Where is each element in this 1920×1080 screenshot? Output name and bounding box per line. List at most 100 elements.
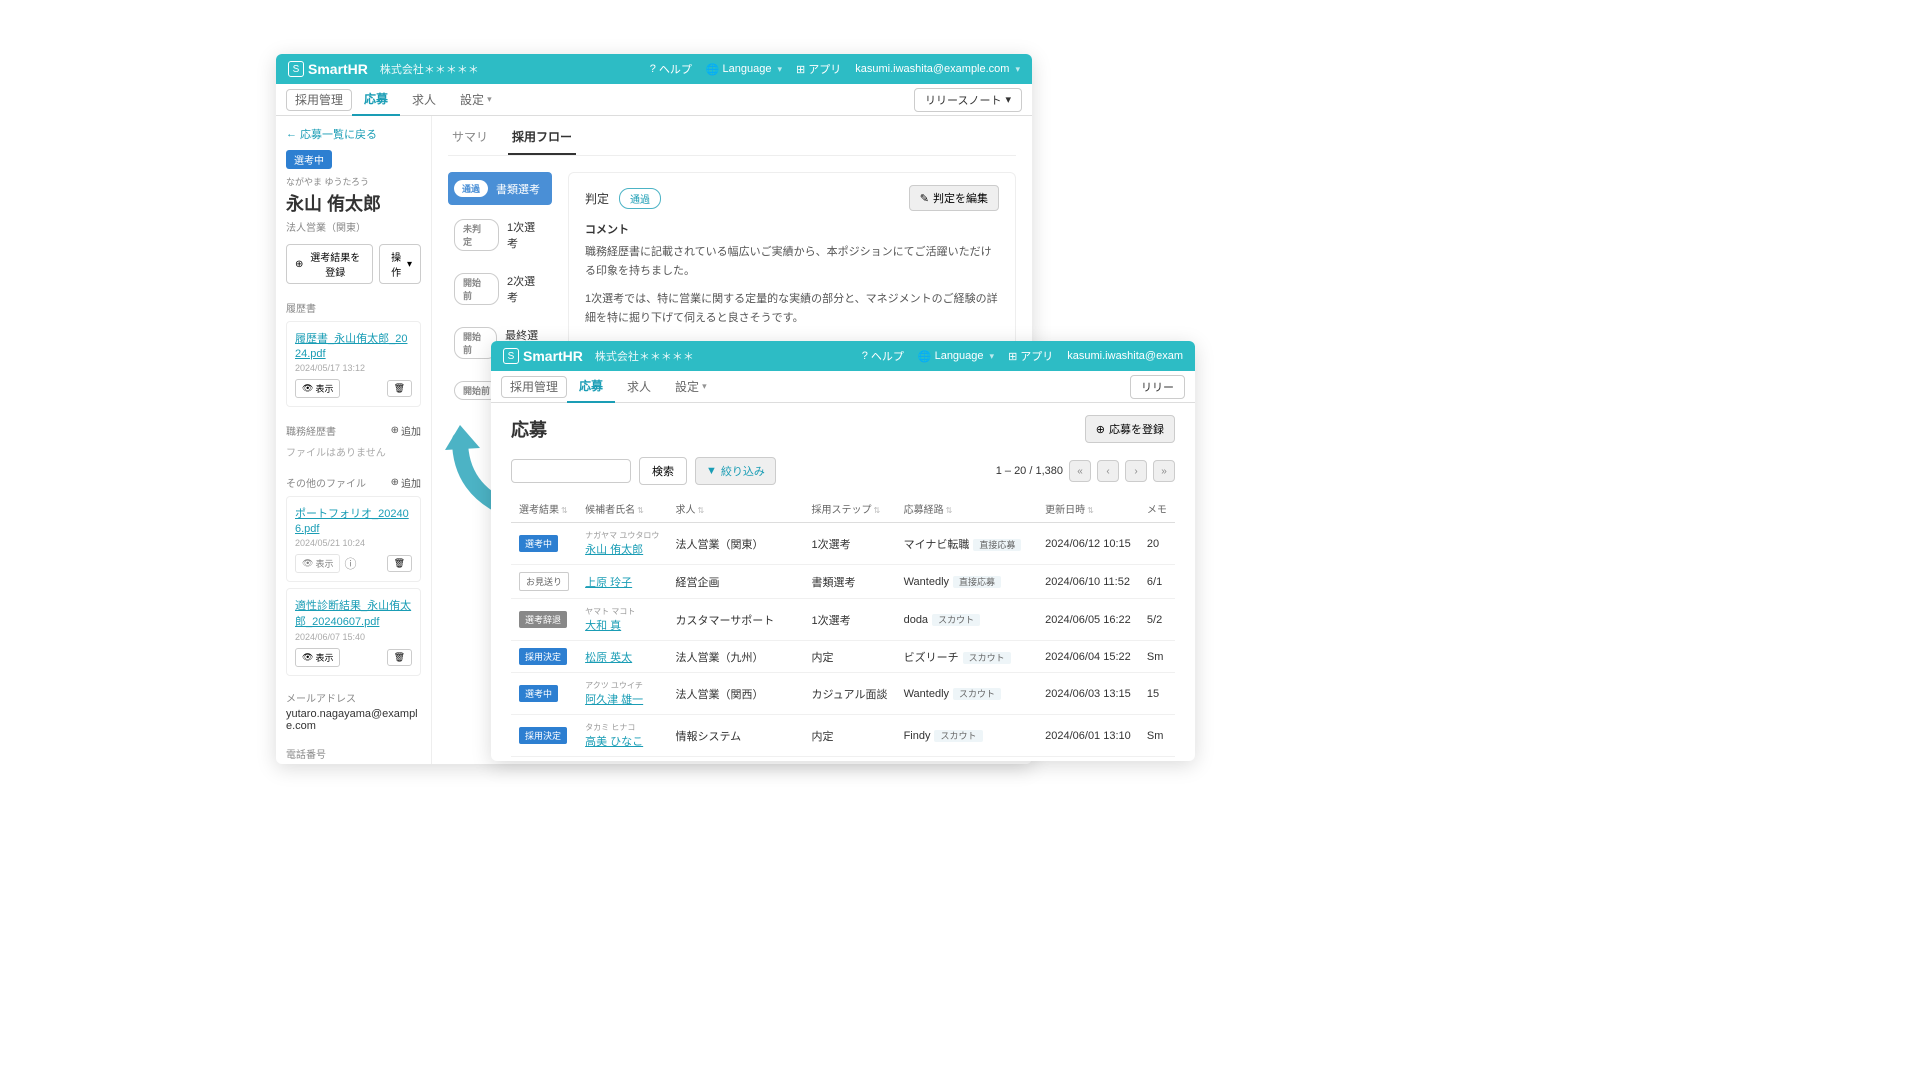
row-job: 経営企画 bbox=[667, 565, 803, 599]
row-memo: 5/2 bbox=[1139, 599, 1175, 641]
row-status-badge: 選考中 bbox=[519, 535, 558, 552]
help-link[interactable]: ?ヘルプ bbox=[862, 348, 904, 364]
other-add-button[interactable]: ⊕追加 bbox=[391, 475, 421, 490]
resume-file-link[interactable]: 履歴書_永山侑太郎_2024.pdf bbox=[295, 333, 407, 360]
apps-link[interactable]: ⊞アプリ bbox=[1008, 348, 1053, 364]
candidate-role: 法人営業（関東） bbox=[286, 219, 421, 234]
apps-link[interactable]: ⊞アプリ bbox=[796, 61, 841, 77]
table-row[interactable]: 採用決定タカミ ヒナコ高美 ひなこ情報システム内定Findyスカウト2024/0… bbox=[511, 715, 1175, 757]
col-memo[interactable]: メモ bbox=[1139, 495, 1175, 523]
logo-icon: S bbox=[503, 348, 519, 364]
row-route-tag: スカウト bbox=[963, 652, 1011, 664]
row-candidate-link[interactable]: 大和 真 bbox=[585, 620, 621, 632]
row-updated: 2024/06/12 10:15 bbox=[1037, 523, 1139, 565]
edit-judgement-button[interactable]: ✎判定を編集 bbox=[909, 185, 999, 211]
row-route: マイナビ転職直接応募 bbox=[896, 523, 1038, 565]
page-prev-button[interactable]: ‹ bbox=[1097, 460, 1119, 482]
cv-add-button[interactable]: ⊕追加 bbox=[391, 423, 421, 438]
info-icon[interactable]: ⓘ bbox=[344, 555, 356, 572]
table-row[interactable]: 選考中ナガヤマ ユウタロウ永山 侑太郎法人営業（関東）1次選考マイナビ転職直接応… bbox=[511, 523, 1175, 565]
tab-flow[interactable]: 採用フロー bbox=[508, 128, 576, 155]
row-candidate-link[interactable]: 永山 侑太郎 bbox=[585, 544, 643, 556]
operate-dropdown[interactable]: 操作▾ bbox=[379, 244, 421, 284]
col-route[interactable]: 応募経路⇅ bbox=[896, 495, 1038, 523]
portfolio-delete-button[interactable]: 🗑 bbox=[387, 555, 412, 572]
page-first-button[interactable]: « bbox=[1069, 460, 1091, 482]
back-to-list-link[interactable]: ←応募一覧に戻る bbox=[286, 126, 377, 142]
plus-icon: ⊕ bbox=[1096, 423, 1105, 436]
flow-step-2nd[interactable]: 開始前2次選考 bbox=[448, 265, 552, 313]
row-updated: 2024/06/04 15:22 bbox=[1037, 641, 1139, 673]
language-dropdown[interactable]: 🌐Language bbox=[918, 350, 994, 363]
resume-delete-button[interactable]: 🗑 bbox=[387, 380, 412, 397]
col-updated[interactable]: 更新日時⇅ bbox=[1037, 495, 1139, 523]
col-step[interactable]: 採用ステップ⇅ bbox=[804, 495, 896, 523]
nav-recruitment-mgmt[interactable]: 採用管理 bbox=[286, 89, 352, 111]
apps-icon: ⊞ bbox=[796, 63, 805, 76]
table-row[interactable]: 選考中朝倉 二郎デジタルマーケティング最終選考マイナビ転職直接応募2024/06… bbox=[511, 757, 1175, 762]
search-input[interactable] bbox=[511, 459, 631, 483]
row-updated: 2024/06/03 13:15 bbox=[1037, 673, 1139, 715]
col-candidate[interactable]: 候補者氏名⇅ bbox=[577, 495, 667, 523]
release-notes-button[interactable]: リリースノート▾ bbox=[914, 88, 1022, 112]
resume-file-date: 2024/05/17 13:12 bbox=[295, 363, 412, 373]
trash-icon: 🗑 bbox=[394, 558, 405, 569]
row-job: デジタルマーケティング bbox=[667, 757, 803, 762]
row-candidate-link[interactable]: 阿久津 雄一 bbox=[585, 694, 643, 706]
resume-section-header: 履歴書 bbox=[286, 300, 421, 315]
row-route: マイナビ転職直接応募 bbox=[896, 757, 1038, 762]
nav-jobs[interactable]: 求人 bbox=[400, 84, 448, 116]
table-row[interactable]: 選考辞退ヤマト マコト大和 真カスタマーサポート1次選考dodaスカウト2024… bbox=[511, 599, 1175, 641]
register-result-button[interactable]: ⊕選考結果を登録 bbox=[286, 244, 373, 284]
pencil-icon: ✎ bbox=[920, 192, 929, 205]
row-candidate-link[interactable]: 松原 英太 bbox=[585, 652, 632, 664]
row-candidate-link[interactable]: 上原 玲子 bbox=[585, 577, 632, 589]
table-row[interactable]: お見送り上原 玲子経営企画書類選考Wantedly直接応募2024/06/10 … bbox=[511, 565, 1175, 599]
register-application-button[interactable]: ⊕応募を登録 bbox=[1085, 415, 1175, 443]
tab-summary[interactable]: サマリ bbox=[448, 128, 492, 155]
plus-icon: ⊕ bbox=[391, 477, 399, 488]
aptitude-view-button[interactable]: 👁表示 bbox=[295, 648, 340, 667]
user-menu[interactable]: kasumi.iwashita@example.com bbox=[855, 63, 1020, 75]
nav-jobs[interactable]: 求人 bbox=[615, 371, 663, 403]
portfolio-view-button[interactable]: 👁表示 bbox=[295, 554, 340, 573]
row-route-tag: スカウト bbox=[934, 730, 982, 742]
globe-icon: 🌐 bbox=[918, 350, 932, 363]
row-step: 内定 bbox=[804, 641, 896, 673]
col-status[interactable]: 選考結果⇅ bbox=[511, 495, 577, 523]
row-candidate-link[interactable]: 高美 ひなこ bbox=[585, 736, 643, 748]
nav-applications[interactable]: 応募 bbox=[352, 84, 400, 116]
other-files-header: その他のファイル⊕追加 bbox=[286, 475, 421, 490]
aptitude-file-link[interactable]: 適性診断結果_永山侑太郎_20240607.pdf bbox=[295, 600, 411, 628]
page-last-button[interactable]: » bbox=[1153, 460, 1175, 482]
row-memo: Sm bbox=[1139, 641, 1175, 673]
email-value: yutaro.nagayama@example.com bbox=[286, 708, 421, 732]
filter-icon: ▼ bbox=[706, 465, 717, 477]
flow-step-1st[interactable]: 未判定1次選考 bbox=[448, 211, 552, 259]
user-menu[interactable]: kasumi.iwashita@exam bbox=[1067, 350, 1183, 362]
row-status-badge: 選考中 bbox=[519, 685, 558, 702]
table-row[interactable]: 選考中アクツ ユウイチ阿久津 雄一法人営業（関西）カジュアル面談Wantedly… bbox=[511, 673, 1175, 715]
aptitude-delete-button[interactable]: 🗑 bbox=[387, 649, 412, 666]
nav-recruitment-mgmt[interactable]: 採用管理 bbox=[501, 376, 567, 398]
help-link[interactable]: ?ヘルプ bbox=[650, 61, 692, 77]
nav-settings[interactable]: 設定 bbox=[448, 84, 504, 116]
company-name: 株式会社＊＊＊＊＊ bbox=[380, 61, 479, 77]
comment-body: 職務経歴書に記載されている幅広いご実績から、本ポジションにてご活躍いただける印象… bbox=[585, 243, 999, 328]
portfolio-file-link[interactable]: ポートフォリオ_202406.pdf bbox=[295, 508, 409, 535]
resume-view-button[interactable]: 👁表示 bbox=[295, 379, 340, 398]
search-button[interactable]: 検索 bbox=[639, 457, 687, 485]
row-status-badge: お見送り bbox=[519, 572, 569, 591]
flow-step-document[interactable]: 通過書類選考 bbox=[448, 172, 552, 205]
plus-icon: ⊕ bbox=[295, 259, 303, 270]
table-row[interactable]: 採用決定松原 英太法人営業（九州）内定ビズリーチスカウト2024/06/04 1… bbox=[511, 641, 1175, 673]
row-step: 最終選考 bbox=[804, 757, 896, 762]
nav-settings[interactable]: 設定 bbox=[663, 371, 719, 403]
nav-applications[interactable]: 応募 bbox=[567, 371, 615, 403]
col-job[interactable]: 求人⇅ bbox=[667, 495, 803, 523]
release-notes-button[interactable]: リリー bbox=[1130, 375, 1185, 399]
language-dropdown[interactable]: 🌐Language bbox=[706, 63, 782, 76]
resume-file-card: 履歴書_永山侑太郎_2024.pdf 2024/05/17 13:12 👁表示 … bbox=[286, 321, 421, 407]
page-next-button[interactable]: › bbox=[1125, 460, 1147, 482]
filter-button[interactable]: ▼絞り込み bbox=[695, 457, 776, 485]
